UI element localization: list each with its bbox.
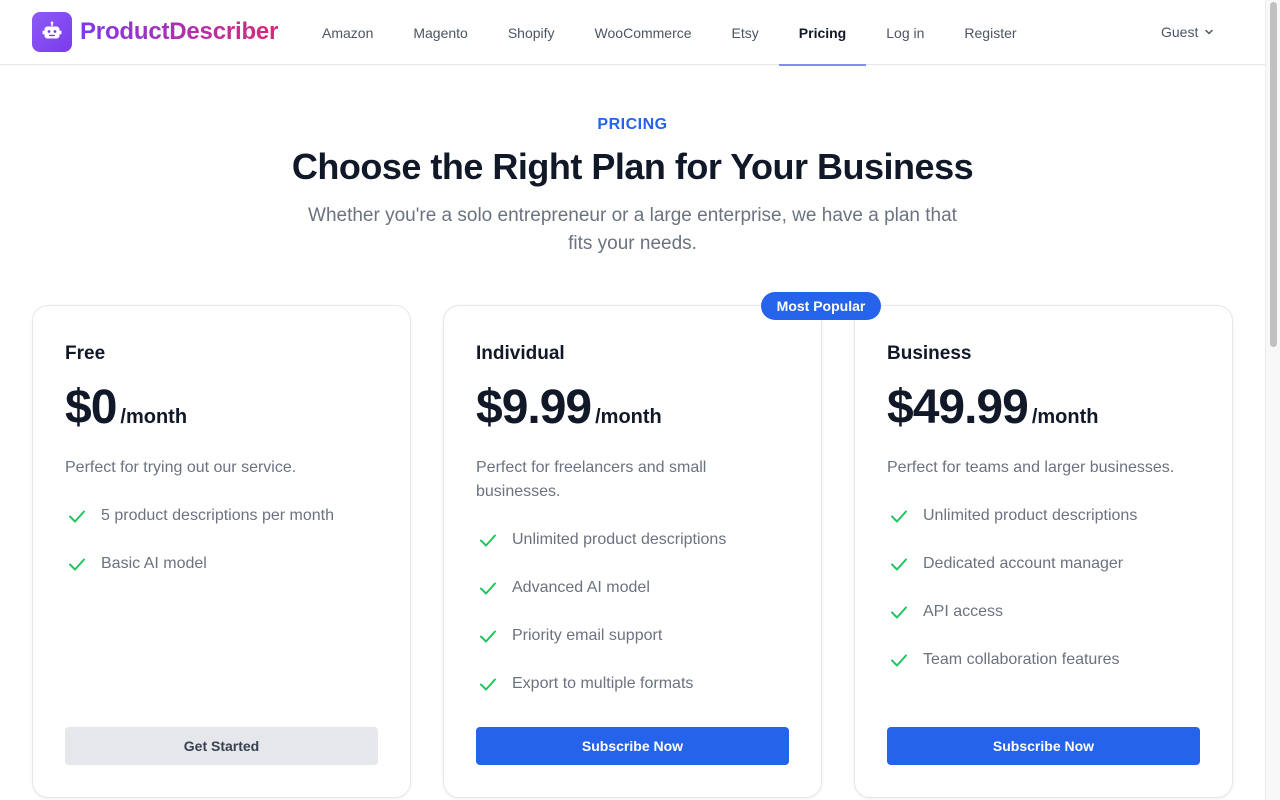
check-icon bbox=[480, 678, 496, 691]
nav-login[interactable]: Log in bbox=[866, 0, 944, 65]
check-icon bbox=[891, 510, 907, 523]
plan-price: $0 bbox=[65, 381, 117, 434]
price-row: $0 /month bbox=[65, 380, 187, 435]
subscribe-individual-button[interactable]: Subscribe Now bbox=[476, 727, 789, 765]
feature-item: Priority email support bbox=[476, 624, 726, 648]
feature-text: Team collaboration features bbox=[923, 651, 1120, 668]
user-menu[interactable]: Guest bbox=[1161, 24, 1214, 40]
check-icon bbox=[891, 558, 907, 571]
feature-item: Dedicated account manager bbox=[887, 552, 1137, 576]
feature-text: Priority email support bbox=[512, 627, 663, 644]
nav-register[interactable]: Register bbox=[944, 0, 1036, 65]
feature-text: Export to multiple formats bbox=[512, 675, 694, 692]
feature-list: 5 product descriptions per month Basic A… bbox=[65, 504, 334, 600]
user-menu-label: Guest bbox=[1161, 24, 1199, 40]
feature-item: Unlimited product descriptions bbox=[887, 504, 1137, 528]
feature-item: Advanced AI model bbox=[476, 576, 726, 600]
plan-name: Business bbox=[887, 343, 972, 364]
plan-card-individual: Individual $9.99 /month Perfect for free… bbox=[443, 305, 822, 798]
feature-item: Team collaboration features bbox=[887, 648, 1137, 672]
page-title: Choose the Right Plan for Your Business bbox=[291, 146, 974, 187]
scrollbar-thumb[interactable] bbox=[1270, 2, 1277, 347]
feature-text: Unlimited product descriptions bbox=[512, 531, 727, 548]
get-started-button[interactable]: Get Started bbox=[65, 727, 378, 765]
section-eyebrow: PRICING bbox=[597, 116, 668, 133]
most-popular-badge: Most Popular bbox=[761, 292, 881, 320]
feature-text: Advanced AI model bbox=[512, 579, 650, 596]
check-icon bbox=[69, 558, 85, 571]
page-subtitle: Whether you're a solo entrepreneur or a … bbox=[308, 205, 957, 254]
plan-name: Free bbox=[65, 343, 106, 364]
feature-text: 5 product descriptions per month bbox=[101, 507, 335, 524]
brand-name: ProductDescriber bbox=[80, 18, 279, 45]
feature-item: API access bbox=[887, 600, 1137, 624]
plan-description: Perfect for trying out our service. bbox=[65, 459, 297, 476]
plan-price: $9.99 bbox=[476, 381, 592, 434]
nav-amazon[interactable]: Amazon bbox=[302, 0, 393, 65]
chevron-down-icon bbox=[1205, 29, 1214, 35]
feature-text: Basic AI model bbox=[101, 555, 207, 572]
feature-list: Unlimited product descriptions Dedicated… bbox=[887, 504, 1137, 696]
feature-text: API access bbox=[923, 603, 1004, 620]
subscribe-business-button[interactable]: Subscribe Now bbox=[887, 727, 1200, 765]
nav-pricing[interactable]: Pricing bbox=[778, 0, 867, 66]
plan-price: $49.99 bbox=[887, 381, 1029, 434]
plan-description: Perfect for teams and larger businesses. bbox=[887, 459, 1175, 476]
page-scrollbar[interactable] bbox=[1265, 0, 1280, 800]
feature-item: Basic AI model bbox=[65, 552, 334, 576]
robot-icon bbox=[32, 12, 72, 52]
price-row: $49.99 /month bbox=[887, 380, 1098, 435]
brand-logo[interactable]: ProductDescriber bbox=[32, 12, 278, 52]
plan-period: /month bbox=[1031, 406, 1099, 428]
feature-item: Unlimited product descriptions bbox=[476, 528, 726, 552]
check-icon bbox=[891, 606, 907, 619]
plan-card-business: Business $49.99 /month Perfect for teams… bbox=[854, 305, 1233, 798]
site-header: ProductDescriber Amazon Magento Shopify … bbox=[0, 0, 1265, 66]
price-row: $9.99 /month bbox=[476, 380, 662, 435]
feature-item: Export to multiple formats bbox=[476, 672, 726, 696]
main-nav: Amazon Magento Shopify WooCommerce Etsy … bbox=[302, 0, 1037, 66]
feature-item: 5 product descriptions per month bbox=[65, 504, 334, 528]
nav-shopify[interactable]: Shopify bbox=[488, 0, 575, 65]
plan-name: Individual bbox=[476, 343, 565, 364]
nav-woocommerce[interactable]: WooCommerce bbox=[575, 0, 712, 65]
nav-etsy[interactable]: Etsy bbox=[712, 0, 779, 65]
plan-card-free: Free $0 /month Perfect for trying out ou… bbox=[32, 305, 411, 798]
check-icon bbox=[480, 534, 496, 547]
feature-list: Unlimited product descriptions Advanced … bbox=[476, 528, 726, 720]
nav-magento[interactable]: Magento bbox=[393, 0, 487, 65]
feature-text: Dedicated account manager bbox=[923, 555, 1124, 572]
check-icon bbox=[69, 510, 85, 523]
plan-period: /month bbox=[120, 406, 188, 428]
check-icon bbox=[480, 630, 496, 643]
feature-text: Unlimited product descriptions bbox=[923, 507, 1138, 524]
check-icon bbox=[891, 654, 907, 667]
plan-period: /month bbox=[595, 406, 662, 428]
plan-description: Perfect for freelancers and small busine… bbox=[476, 459, 707, 500]
check-icon bbox=[480, 582, 496, 595]
